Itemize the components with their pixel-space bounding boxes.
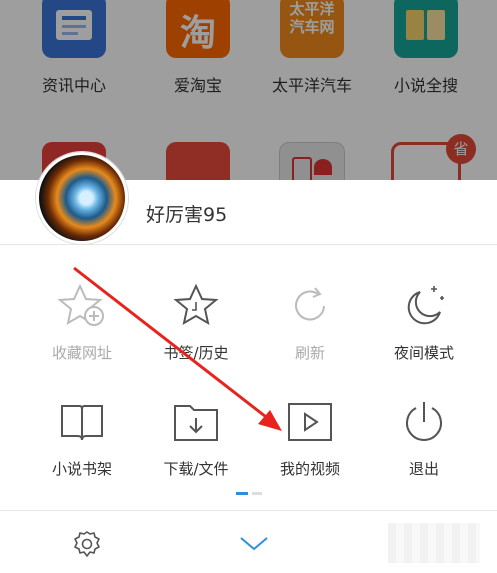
menu-item-refresh[interactable]: 刷新: [248, 282, 372, 363]
menu-item-night-mode[interactable]: 夜间模式: [362, 282, 486, 363]
download-folder-icon: [174, 405, 218, 441]
menu-item-my-videos[interactable]: 我的视频: [248, 398, 372, 479]
refresh-icon: [295, 287, 325, 321]
menu-item-exit[interactable]: 退出: [362, 398, 486, 479]
page-dot-active: [236, 492, 248, 495]
menu-sheet: 好厉害95 收藏网址 书签/历史 刷新 夜间模式 小说书架 下载/文件 我的视频…: [0, 152, 497, 573]
gear-icon[interactable]: [72, 529, 102, 559]
menu-label: 刷新: [294, 344, 325, 362]
menu-label: 收藏网址: [51, 344, 112, 362]
menu-label: 夜间模式: [393, 344, 454, 362]
username: 好厉害95: [146, 204, 228, 226]
add-bookmark-icon: [57, 283, 104, 326]
video-icon: [288, 403, 332, 441]
profile-bar[interactable]: 好厉害95: [0, 152, 497, 245]
menu-label: 下载/文件: [163, 460, 229, 478]
book-icon: [61, 405, 103, 441]
menu-label: 我的视频: [279, 460, 340, 478]
menu-item-bookshelf[interactable]: 小说书架: [20, 398, 144, 479]
page-dot: [252, 492, 262, 495]
menu-label: 小说书架: [51, 460, 112, 478]
avatar[interactable]: [36, 152, 128, 244]
power-icon: [406, 402, 442, 441]
bottom-bar: [0, 510, 497, 573]
menu-item-bookmarks-history[interactable]: 书签/历史: [134, 282, 258, 363]
star-icon: [173, 283, 219, 326]
page-indicator: [0, 492, 497, 496]
moon-icon: [407, 286, 444, 325]
blurred-area: [388, 523, 480, 563]
menu-label: 退出: [408, 460, 439, 478]
menu-item-add-bookmark[interactable]: 收藏网址: [20, 282, 144, 363]
menu-label: 书签/历史: [163, 344, 229, 362]
chevron-down-icon[interactable]: [238, 533, 270, 553]
menu-item-downloads[interactable]: 下载/文件: [134, 398, 258, 479]
